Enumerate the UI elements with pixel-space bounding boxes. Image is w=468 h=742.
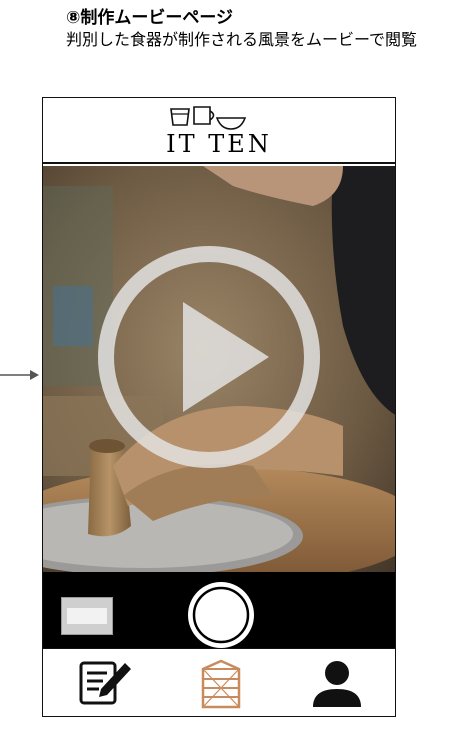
edit-note-icon [79, 661, 131, 705]
logo-text: IT TEN [166, 130, 272, 158]
last-scan-thumbnail[interactable] [61, 597, 113, 635]
user-icon [313, 661, 361, 707]
thumbnail-preview [67, 608, 107, 624]
flow-arrow-icon [0, 370, 39, 380]
page-caption: ⑧制作ムービーページ 判別した食器が制作される風景をムービーで閲覧 [66, 8, 462, 50]
caption-title: ⑧制作ムービーページ [66, 8, 234, 28]
phone-frame: IT TEN [42, 97, 396, 717]
bottom-tab-bar [43, 648, 395, 716]
tab-notes[interactable] [77, 659, 133, 709]
production-video[interactable] [43, 166, 395, 572]
tab-shelf[interactable] [193, 659, 249, 709]
caption-description: 判別した食器が制作される風景をムービーで閲覧 [66, 30, 418, 49]
app-header: IT TEN [43, 98, 395, 164]
camera-toolbar [43, 572, 395, 648]
shutter-button[interactable] [183, 582, 259, 648]
tab-profile[interactable] [309, 659, 365, 709]
shelf-icon [201, 659, 241, 709]
video-frame-image [43, 166, 395, 572]
